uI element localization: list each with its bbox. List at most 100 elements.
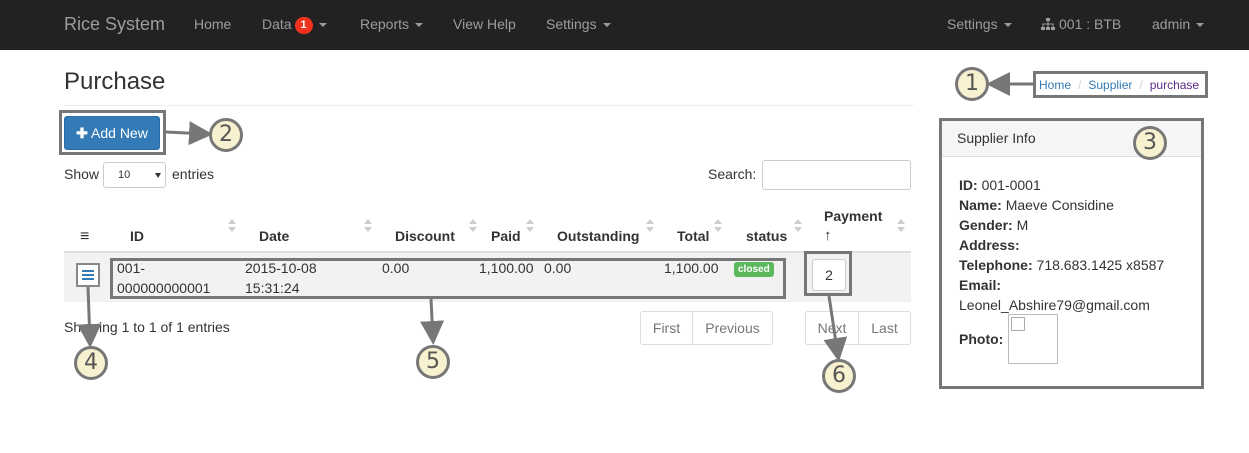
callout-5: 5: [416, 345, 450, 379]
supplier-gender-value: M: [1016, 217, 1029, 233]
row-menu-icon[interactable]: [76, 263, 100, 287]
nav-settings[interactable]: Settings: [546, 16, 611, 32]
plus-icon: ✚: [76, 125, 88, 141]
supplier-email-label-text: Email:: [959, 277, 1002, 293]
supplier-address-line: Address:: [959, 237, 1020, 253]
nav-reports[interactable]: Reports: [360, 16, 424, 32]
supplier-gender-line: Gender: M: [959, 217, 1028, 233]
nav-branch[interactable]: 001 : BTB: [1041, 16, 1121, 32]
show-label: Show: [64, 166, 100, 182]
nav-data-label: Data: [262, 16, 292, 32]
sort-icon[interactable]: [646, 219, 654, 233]
chevron-down-icon: [1003, 23, 1012, 28]
nav-reports-label: Reports: [360, 16, 410, 32]
title-divider: [64, 105, 914, 106]
entries-label: entries: [172, 166, 215, 182]
search-input[interactable]: [762, 160, 911, 190]
cell-id-line2: 000000000001: [117, 280, 211, 296]
column-header-payment[interactable]: Payment: [824, 208, 882, 224]
sort-icon[interactable]: [526, 219, 534, 233]
cell-outstanding: 0.00: [544, 260, 572, 276]
nav-settings-label: Settings: [546, 16, 597, 32]
column-header-outstanding[interactable]: Outstanding: [557, 228, 639, 244]
cell-total: 1,100.00: [664, 260, 719, 276]
entries-select-value: 10: [118, 169, 131, 181]
callout-1: 1: [955, 67, 989, 101]
supplier-name-value: Maeve Considine: [1005, 197, 1114, 213]
supplier-email-value: Leonel_Abshire79@gmail.com: [959, 297, 1150, 313]
callout-4: 4: [74, 346, 108, 380]
nav-data[interactable]: Data 1: [262, 16, 327, 34]
pagination-first[interactable]: First: [640, 311, 693, 345]
chevron-down-icon: [415, 23, 424, 28]
add-new-button[interactable]: ✚ Add New: [64, 116, 160, 150]
status-badge: closed: [734, 262, 774, 277]
supplier-name-line: Name: Maeve Considine: [959, 197, 1114, 213]
nav-settings-right[interactable]: Settings: [947, 16, 1012, 32]
cell-paid: 1,100.00: [479, 260, 534, 276]
nav-user-label: admin: [1152, 16, 1191, 32]
brand-logo[interactable]: Rice System: [64, 14, 165, 35]
column-header-id[interactable]: ID: [130, 228, 144, 244]
breadcrumb-current: purchase: [1149, 78, 1200, 92]
breadcrumb: Home / Supplier / purchase: [1033, 71, 1208, 98]
supplier-name-label: Name:: [959, 197, 1002, 213]
supplier-photo-label: Photo:: [959, 331, 1003, 347]
sort-ascending-icon: ↑: [824, 227, 832, 244]
column-header-total[interactable]: Total: [677, 228, 709, 244]
supplier-telephone-line: Telephone: 718.683.1425 x8587: [959, 257, 1164, 273]
column-menu-header: ≡: [80, 228, 90, 245]
nav-branch-label: 001 : BTB: [1059, 16, 1122, 32]
chevron-down-icon: [602, 23, 611, 28]
callout-2: 2: [209, 118, 243, 152]
nav-view-help[interactable]: View Help: [453, 16, 516, 32]
column-header-discount[interactable]: Discount: [395, 228, 455, 244]
search-label: Search:: [708, 166, 757, 182]
supplier-id-value: 001-0001: [981, 177, 1041, 193]
column-header-date[interactable]: Date: [259, 228, 289, 244]
cell-date-line2: 15:31:24: [245, 280, 300, 296]
pagination-next[interactable]: Next: [805, 311, 859, 345]
sitemap-icon: [1041, 18, 1055, 30]
sort-icon[interactable]: [714, 219, 722, 233]
page-title: Purchase: [64, 68, 166, 95]
breadcrumb-home[interactable]: Home: [1039, 78, 1071, 92]
column-header-status[interactable]: status: [746, 228, 787, 244]
breadcrumb-separator: /: [1139, 78, 1143, 92]
supplier-email-label: Email:: [959, 277, 1001, 293]
nav-settings-right-label: Settings: [947, 16, 998, 32]
supplier-telephone-label: Telephone:: [959, 257, 1033, 273]
cell-discount: 0.00: [382, 260, 410, 276]
column-header-paid[interactable]: Paid: [491, 228, 521, 244]
cell-date-line1: 2015-10-08: [245, 260, 317, 276]
nav-user[interactable]: admin: [1152, 16, 1205, 32]
chevron-down-icon: [318, 23, 327, 28]
nav-home[interactable]: Home: [194, 16, 231, 32]
top-navbar: Rice System Home Data 1 Reports View Help…: [0, 0, 1249, 50]
supplier-id-line: ID: 001-0001: [959, 177, 1041, 193]
sort-icon[interactable]: [364, 219, 372, 233]
callout-3: 3: [1133, 126, 1167, 160]
supplier-photo-label-text: Photo:: [959, 331, 1004, 347]
cell-id-line1: 001-: [117, 260, 146, 276]
supplier-photo-broken-image-icon: [1008, 314, 1058, 364]
entries-select[interactable]: 10: [103, 162, 166, 188]
supplier-id-label: ID:: [959, 177, 978, 193]
supplier-gender-label: Gender:: [959, 217, 1013, 233]
pagination-last[interactable]: Last: [858, 311, 911, 345]
sort-icon[interactable]: [469, 219, 477, 233]
payment-count-button[interactable]: 2: [812, 259, 846, 291]
supplier-address-label: Address:: [959, 237, 1020, 253]
supplier-telephone-value: 718.683.1425 x8587: [1036, 257, 1165, 273]
sort-icon[interactable]: [228, 219, 236, 233]
chevron-down-icon: [1196, 23, 1205, 28]
pagination-previous[interactable]: Previous: [692, 311, 773, 345]
sort-icon[interactable]: [794, 219, 802, 233]
breadcrumb-separator: /: [1078, 78, 1082, 92]
add-new-label: Add New: [91, 125, 148, 141]
table-info: Showing 1 to 1 of 1 entries: [64, 319, 230, 335]
breadcrumb-supplier[interactable]: Supplier: [1088, 78, 1132, 92]
supplier-info-panel: Supplier Info ID: 001-0001 Name: Maeve C…: [939, 118, 1204, 389]
sort-icon[interactable]: [897, 219, 905, 233]
chevron-down-icon: [155, 173, 161, 178]
